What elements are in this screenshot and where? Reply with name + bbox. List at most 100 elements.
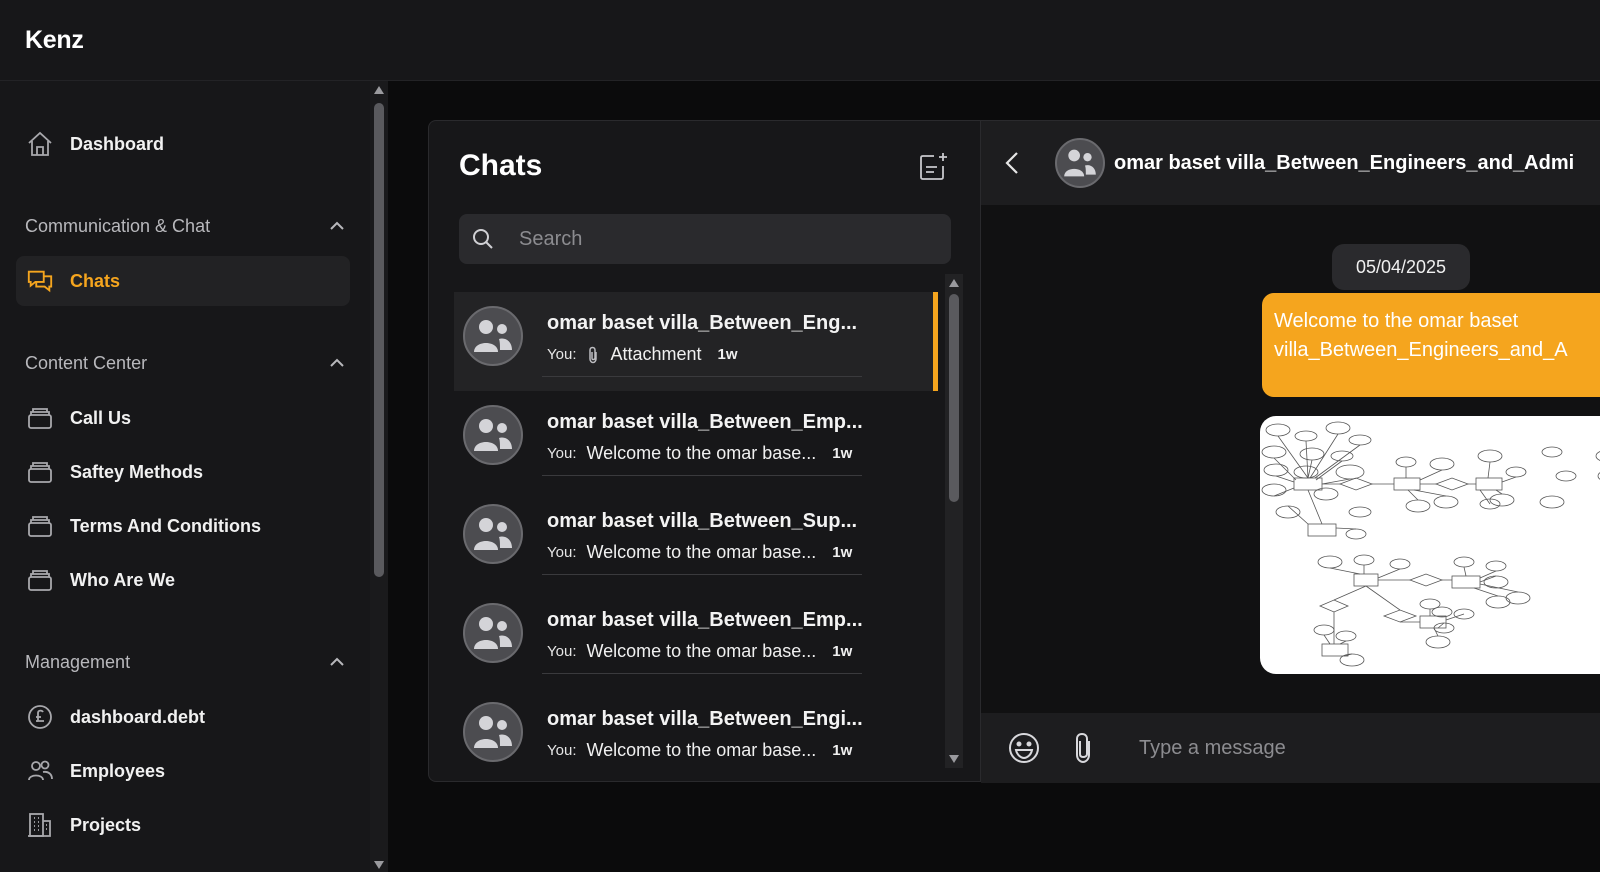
sidebar-item-label: Employees bbox=[70, 760, 166, 781]
sidebar-item-who-are-we[interactable]: Who Are We bbox=[16, 555, 350, 605]
sidebar-item-label: Call Us bbox=[70, 407, 132, 428]
chat-name: omar baset villa_Between_Emp... bbox=[547, 411, 863, 433]
conversation-header: omar baset villa_Between_Engineers_and_A… bbox=[981, 121, 1600, 205]
group-avatar bbox=[463, 603, 523, 663]
sidebar-item-terms-and-conditions[interactable]: Terms And Conditions bbox=[16, 501, 350, 551]
sender-prefix: You: bbox=[547, 544, 577, 561]
group-icon bbox=[474, 518, 512, 550]
new-chat-button[interactable] bbox=[917, 151, 949, 183]
group-avatar bbox=[463, 405, 523, 465]
top-bar: Kenz bbox=[0, 0, 1600, 81]
chat-preview: You: Welcome to the omar base... 1w bbox=[547, 641, 852, 662]
row-divider bbox=[542, 376, 862, 377]
message-input[interactable] bbox=[1139, 723, 1579, 773]
group-icon bbox=[474, 320, 512, 352]
group-icon bbox=[1064, 149, 1096, 177]
search-input[interactable] bbox=[519, 214, 939, 264]
sender-prefix: You: bbox=[547, 742, 577, 759]
sidebar: Dashboard Communication & Chat Chats Con… bbox=[0, 81, 370, 872]
group-avatar bbox=[463, 702, 523, 762]
chat-preview: You: Welcome to the omar base... 1w bbox=[547, 443, 852, 464]
section-management[interactable]: Management bbox=[25, 647, 345, 677]
emoji-icon bbox=[1009, 733, 1039, 763]
chevron-left-icon bbox=[1005, 152, 1018, 174]
row-divider bbox=[542, 673, 862, 674]
section-content-center[interactable]: Content Center bbox=[25, 348, 345, 378]
users-icon bbox=[26, 757, 54, 785]
section-communication-chat[interactable]: Communication & Chat bbox=[25, 211, 345, 241]
chat-preview: You: Welcome to the omar base... 1w bbox=[547, 542, 852, 563]
paperclip-icon bbox=[1076, 732, 1090, 764]
chat-list-item[interactable]: omar baset villa_Between_Emp... You: Wel… bbox=[454, 589, 936, 688]
last-message: Welcome to the omar base... bbox=[586, 740, 817, 760]
message-time: 1w bbox=[832, 643, 853, 660]
sidebar-item-label: Saftey Methods bbox=[70, 461, 204, 482]
layers-icon bbox=[26, 458, 54, 486]
home-icon bbox=[26, 130, 54, 158]
chat-name: omar baset villa_Between_Engi... bbox=[547, 708, 863, 730]
chat-name: omar baset villa_Between_Eng... bbox=[547, 312, 858, 334]
brand-logo[interactable]: Kenz bbox=[25, 26, 84, 55]
group-avatar bbox=[463, 306, 523, 366]
conversation-title[interactable]: omar baset villa_Between_Engineers_and_A… bbox=[1114, 152, 1574, 175]
chat-list-item[interactable]: omar baset villa_Between_Engi... You: We… bbox=[454, 688, 936, 776]
sender-prefix: You: bbox=[547, 346, 577, 363]
message-time: 1w bbox=[832, 742, 853, 759]
last-message: Welcome to the omar base... bbox=[586, 641, 817, 661]
chat-list-panel: Chats omar baset villa_Between_Eng... Yo… bbox=[428, 120, 980, 782]
sidebar-item-chats[interactable]: Chats bbox=[16, 256, 350, 306]
section-title: Content Center bbox=[25, 352, 148, 373]
sidebar-item-employees[interactable]: Employees bbox=[16, 746, 350, 796]
back-button[interactable] bbox=[1005, 151, 1019, 180]
scroll-down-arrow-icon[interactable] bbox=[374, 861, 384, 869]
sidebar-item-label: Chats bbox=[70, 270, 121, 291]
message-composer bbox=[981, 713, 1600, 783]
building-icon bbox=[26, 811, 54, 839]
sender-prefix: You: bbox=[547, 445, 577, 462]
sidebar-scrollbar[interactable] bbox=[370, 81, 388, 872]
scroll-up-arrow-icon[interactable] bbox=[374, 86, 384, 94]
group-icon bbox=[474, 419, 512, 451]
date-separator: 05/04/2025 bbox=[1332, 244, 1470, 290]
sidebar-item-dashboard[interactable]: Dashboard bbox=[16, 119, 350, 169]
er-diagram-image bbox=[1261, 421, 1600, 667]
last-message: Welcome to the omar base... bbox=[586, 443, 817, 463]
search-box[interactable] bbox=[459, 214, 951, 264]
message-bubble[interactable]: Welcome to the omar baset villa_Between_… bbox=[1262, 293, 1600, 397]
new-chat-icon bbox=[920, 153, 947, 180]
attachment-icon bbox=[589, 346, 598, 363]
emoji-button[interactable] bbox=[1007, 731, 1041, 770]
section-title: Communication & Chat bbox=[25, 215, 211, 236]
sidebar-item-label: Projects bbox=[70, 814, 142, 835]
message-time: 1w bbox=[832, 544, 853, 561]
scrollbar-thumb[interactable] bbox=[374, 103, 384, 577]
sidebar-item-projects[interactable]: Projects bbox=[16, 800, 350, 850]
sidebar-item-call-us[interactable]: Call Us bbox=[16, 393, 350, 443]
chat-list-scrollbar[interactable] bbox=[945, 274, 963, 768]
scrollbar-thumb[interactable] bbox=[949, 294, 959, 502]
message-time: 1w bbox=[832, 445, 853, 462]
chat-list-item[interactable]: omar baset villa_Between_Emp... You: Wel… bbox=[454, 391, 936, 490]
scroll-up-arrow-icon[interactable] bbox=[949, 279, 959, 287]
attach-button[interactable] bbox=[1071, 731, 1095, 770]
image-attachment[interactable] bbox=[1260, 416, 1600, 674]
group-avatar bbox=[463, 504, 523, 564]
sidebar-item-label: Who Are We bbox=[70, 569, 176, 590]
chevron-up-icon bbox=[330, 358, 344, 367]
sidebar-item-saftey-methods[interactable]: Saftey Methods bbox=[16, 447, 350, 497]
chat-list-item[interactable]: omar baset villa_Between_Eng... You: Att… bbox=[454, 292, 938, 391]
chat-name: omar baset villa_Between_Sup... bbox=[547, 510, 858, 532]
row-divider bbox=[542, 574, 862, 575]
group-icon bbox=[474, 716, 512, 748]
chevron-up-icon bbox=[330, 221, 344, 230]
group-icon bbox=[474, 617, 512, 649]
last-message: Welcome to the omar base... bbox=[586, 542, 817, 562]
conversation-panel: omar baset villa_Between_Engineers_and_A… bbox=[980, 120, 1600, 783]
scroll-down-arrow-icon[interactable] bbox=[949, 755, 959, 763]
sidebar-item-dashboard-debt[interactable]: dashboard.debt bbox=[16, 692, 350, 742]
chat-name: omar baset villa_Between_Emp... bbox=[547, 609, 863, 631]
chat-list-item[interactable]: omar baset villa_Between_Sup... You: Wel… bbox=[454, 490, 936, 589]
group-avatar[interactable] bbox=[1055, 138, 1105, 188]
last-message: Attachment bbox=[610, 344, 702, 364]
chat-preview: You: Attachment 1w bbox=[547, 344, 738, 365]
